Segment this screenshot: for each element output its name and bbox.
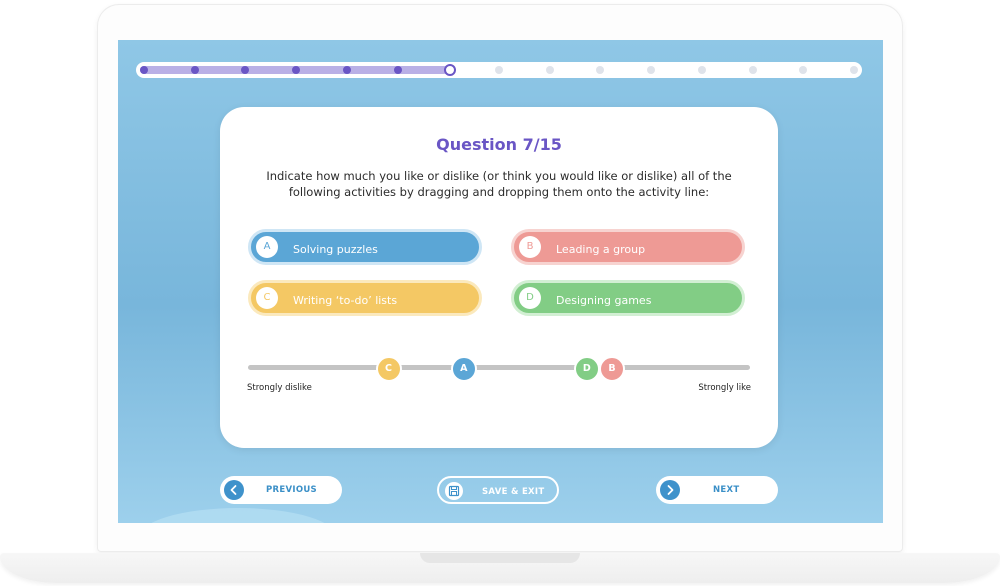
option-b-leading-a-group[interactable]: B Leading a group (511, 229, 745, 265)
option-letter: D (519, 287, 541, 309)
background-glow (138, 508, 338, 523)
chevron-left-icon (224, 480, 244, 500)
progress-step-11 (647, 66, 656, 74)
progress-step-6 (393, 66, 402, 74)
option-c-writing-todo-lists[interactable]: C Writing ‘to-do’ lists (248, 280, 482, 316)
marker-a[interactable]: A (450, 356, 477, 382)
marker-b[interactable]: B (598, 356, 625, 382)
progress-step-9 (545, 66, 554, 74)
question-title: Question 7/15 (436, 135, 562, 154)
progress-step-12 (697, 66, 706, 74)
option-label: Designing games (556, 294, 652, 307)
progress-step-1 (140, 66, 148, 74)
progress-step-13 (748, 66, 757, 74)
progress-step-14 (799, 66, 808, 74)
progress-bar (136, 62, 862, 78)
scale-max-label: Strongly like (698, 383, 751, 393)
option-d-designing-games[interactable]: D Designing games (511, 280, 745, 316)
progress-step-8 (495, 66, 503, 74)
scale-min-label: Strongly dislike (247, 383, 312, 393)
activity-line[interactable] (248, 365, 750, 370)
option-letter: C (256, 287, 278, 309)
save-icon (445, 482, 463, 500)
laptop-notch (420, 553, 580, 563)
question-card: Question 7/15 Indicate how much you like… (220, 107, 778, 448)
option-letter: A (256, 236, 278, 258)
save-exit-button[interactable]: SAVE & EXIT (437, 476, 559, 504)
app-screen: Question 7/15 Indicate how much you like… (118, 40, 883, 523)
previous-label: PREVIOUS (266, 485, 317, 495)
save-exit-label: SAVE & EXIT (482, 487, 545, 497)
option-label: Writing ‘to-do’ lists (293, 294, 398, 307)
progress-step-15 (850, 66, 858, 74)
progress-step-7 (444, 64, 457, 76)
option-a-solving-puzzles[interactable]: A Solving puzzles (248, 229, 482, 265)
previous-button[interactable]: PREVIOUS (220, 476, 342, 504)
option-letter: B (519, 236, 541, 258)
next-label: NEXT (713, 485, 740, 495)
progress-step-10 (596, 66, 605, 74)
progress-step-2 (190, 66, 199, 74)
next-button[interactable]: NEXT (656, 476, 778, 504)
marker-c[interactable]: C (375, 356, 402, 382)
marker-d[interactable]: D (573, 356, 600, 382)
option-label: Leading a group (556, 243, 646, 256)
question-text: Indicate how much you like or dislike (o… (266, 169, 732, 199)
chevron-right-icon (660, 480, 680, 500)
option-label: Solving puzzles (293, 243, 378, 256)
progress-step-5 (342, 66, 351, 74)
